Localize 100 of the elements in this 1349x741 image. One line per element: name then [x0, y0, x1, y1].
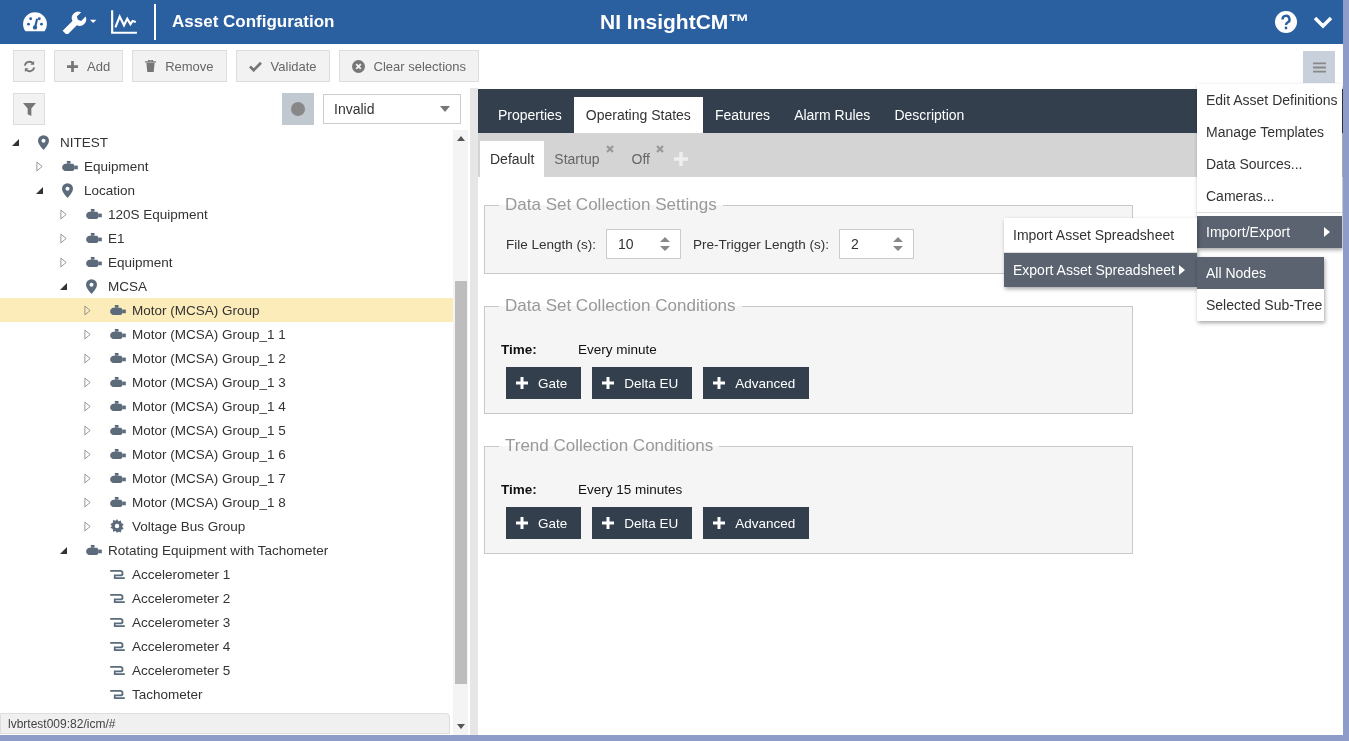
menu-item[interactable]: Import/Export [1197, 216, 1342, 248]
menu-icon [1312, 61, 1326, 73]
spinner-arrows-icon[interactable] [893, 236, 904, 252]
refresh-button[interactable] [13, 50, 45, 82]
collapsed-arrow-icon[interactable] [60, 208, 67, 220]
tree-item[interactable]: Location [0, 178, 453, 202]
menu-item[interactable]: All Nodes [1197, 257, 1324, 289]
add-condition-button[interactable]: Advanced [703, 507, 810, 539]
motor-icon [110, 424, 127, 436]
filter-button[interactable] [13, 93, 45, 125]
tree-item[interactable]: Motor (MCSA) Group_1 3 [0, 370, 453, 394]
tree-item[interactable]: Tachometer [0, 682, 453, 706]
plus-icon [602, 517, 615, 529]
tree-item[interactable]: Motor (MCSA) Group_1 7 [0, 466, 453, 490]
menu-item[interactable]: Cameras... [1197, 180, 1342, 213]
refresh-icon [22, 59, 36, 73]
page-title: Asset Configuration [172, 12, 335, 32]
scroll-up-icon[interactable] [456, 136, 465, 141]
collapsed-arrow-icon[interactable] [60, 232, 67, 244]
help-icon[interactable] [1275, 11, 1297, 33]
tree-item[interactable]: NITEST [0, 130, 453, 154]
tree-item[interactable]: Accelerometer 1 [0, 562, 453, 586]
tree-item[interactable]: Accelerometer 4 [0, 634, 453, 658]
collapsed-arrow-icon[interactable] [84, 304, 91, 316]
tree-item[interactable]: Motor (MCSA) Group_1 5 [0, 418, 453, 442]
section-title: Trend Collection Conditions [504, 436, 715, 456]
remove-button[interactable]: Remove [132, 50, 227, 82]
collapsed-arrow-icon[interactable] [84, 400, 91, 412]
menu-item[interactable]: Export Asset Spreadsheet [1004, 253, 1197, 287]
tree-item[interactable]: Accelerometer 5 [0, 658, 453, 682]
spinner-arrows-icon[interactable] [660, 236, 671, 252]
collapsed-arrow-icon[interactable] [84, 376, 91, 388]
collapsed-arrow-icon[interactable] [84, 328, 91, 340]
state-tab[interactable]: Startup [544, 141, 610, 177]
scroll-down-icon[interactable] [456, 724, 465, 729]
gauge-icon[interactable] [22, 11, 48, 33]
tree-item[interactable]: Equipment [0, 250, 453, 274]
tree-item[interactable]: Motor (MCSA) Group_1 2 [0, 346, 453, 370]
app-title: NI InsightCM™ [600, 10, 750, 34]
close-icon[interactable] [655, 145, 664, 153]
expanded-arrow-icon[interactable] [60, 282, 67, 290]
status-toggle[interactable] [282, 93, 314, 125]
trash-icon [145, 60, 157, 72]
tree-item[interactable]: Accelerometer 3 [0, 610, 453, 634]
add-condition-button[interactable]: Gate [506, 507, 582, 539]
sensor-icon [110, 568, 125, 580]
motor-icon [110, 496, 127, 508]
tree-item[interactable]: Equipment [0, 154, 453, 178]
tree-item[interactable]: E1 [0, 226, 453, 250]
menu-button[interactable] [1303, 51, 1335, 83]
validate-button[interactable]: Validate [235, 50, 330, 82]
collapsed-arrow-icon[interactable] [84, 352, 91, 364]
scrollbar[interactable] [453, 130, 468, 735]
tree-item[interactable]: Accelerometer 2 [0, 586, 453, 610]
expanded-arrow-icon[interactable] [60, 546, 67, 554]
tab[interactable]: Features [702, 97, 783, 133]
status-dropdown[interactable]: Invalid [323, 94, 461, 124]
collapsed-arrow-icon[interactable] [84, 520, 91, 532]
tree-item[interactable]: Voltage Bus Group [0, 514, 453, 538]
collapsed-arrow-icon[interactable] [36, 160, 43, 172]
motor-icon [110, 448, 127, 460]
tree-item[interactable]: MCSA [0, 274, 453, 298]
state-tab[interactable]: Default [480, 141, 545, 177]
collapsed-arrow-icon[interactable] [84, 448, 91, 460]
number-field[interactable]: 10 [606, 229, 682, 259]
menu-item[interactable]: Manage Templates [1197, 116, 1342, 148]
tab[interactable]: Description [882, 97, 977, 133]
menu-item[interactable]: Selected Sub-Tree [1197, 289, 1324, 321]
add-condition-button[interactable]: Delta EU [592, 507, 693, 539]
menu-item[interactable]: Edit Asset Definitions [1197, 84, 1342, 116]
tree-item[interactable]: 120S Equipment [0, 202, 453, 226]
tree-item[interactable]: Motor (MCSA) Group_1 1 [0, 322, 453, 346]
add-condition-button[interactable]: Advanced [703, 367, 810, 399]
expanded-arrow-icon[interactable] [36, 186, 43, 194]
collapsed-arrow-icon[interactable] [84, 472, 91, 484]
tab[interactable]: Properties [486, 97, 574, 133]
collapsed-arrow-icon[interactable] [84, 496, 91, 508]
number-field[interactable]: 2 [839, 229, 915, 259]
menu-item[interactable]: Data Sources... [1197, 148, 1342, 180]
tree-item[interactable]: Motor (MCSA) Group_1 6 [0, 442, 453, 466]
add-condition-button[interactable]: Gate [506, 367, 582, 399]
tab[interactable]: Operating States [573, 97, 703, 133]
collapsed-arrow-icon[interactable] [60, 256, 67, 268]
expanded-arrow-icon[interactable] [12, 138, 19, 146]
state-tab[interactable]: Off [621, 141, 660, 177]
close-icon[interactable] [605, 145, 614, 153]
chevron-down-icon[interactable] [1313, 15, 1333, 29]
clear-button[interactable]: Clear selections [338, 50, 480, 82]
section-title: Data Set Collection Settings [504, 195, 718, 215]
add-condition-button[interactable]: Delta EU [592, 367, 693, 399]
line-chart-icon[interactable] [110, 9, 138, 35]
tree-item[interactable]: Rotating Equipment with Tachometer [0, 538, 453, 562]
wrench-icon[interactable] [60, 10, 98, 34]
add-button[interactable]: Add [54, 50, 124, 82]
tree-item[interactable]: Motor (MCSA) Group_1 8 [0, 490, 453, 514]
tree-item[interactable]: Motor (MCSA) Group_1 4 [0, 394, 453, 418]
tree-item[interactable]: Motor (MCSA) Group [0, 298, 453, 322]
submenu-arrow-icon [1179, 265, 1185, 275]
tab[interactable]: Alarm Rules [782, 97, 883, 133]
collapsed-arrow-icon[interactable] [84, 424, 91, 436]
